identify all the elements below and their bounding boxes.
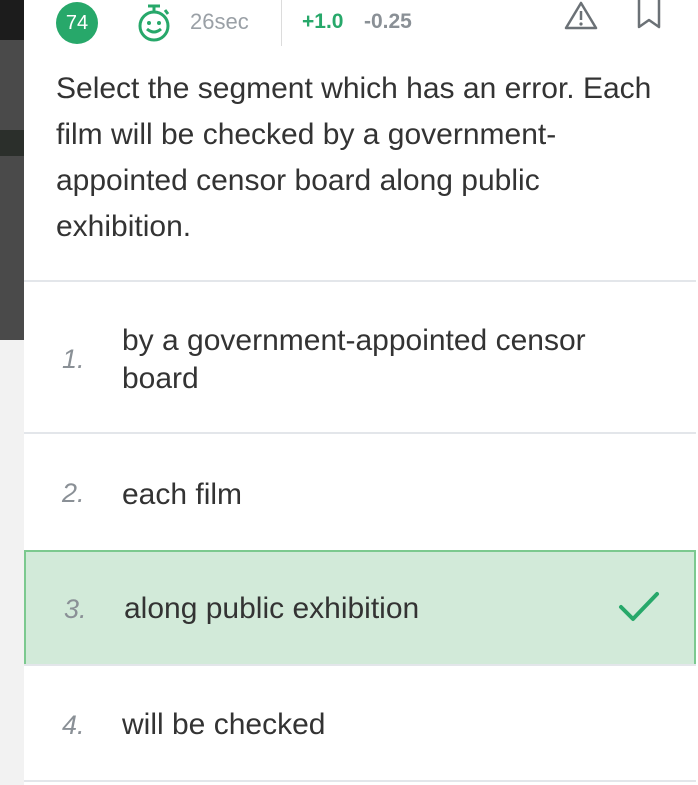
option-number: 3. [64, 594, 87, 624]
question-number-badge: 74 [56, 2, 98, 44]
background-panel [0, 0, 24, 785]
background-strip [0, 130, 24, 156]
background-strip [0, 340, 24, 785]
option-2[interactable]: 2. each film [24, 432, 696, 552]
option-number: 2. [62, 478, 85, 508]
positive-marks: +1.0 [302, 10, 344, 33]
header-divider [281, 0, 282, 46]
option-text: each film [122, 478, 243, 511]
option-text: will be checked [122, 708, 326, 741]
question-header: 74 26sec +1.0 -0.25 [24, 0, 698, 46]
warning-icon[interactable] [564, 0, 598, 30]
option-3[interactable]: 3. along public exhibition [24, 550, 696, 666]
question-card: 74 26sec +1.0 -0.25 Select the segment w… [24, 0, 698, 785]
option-text: by a government-appointed censor board [122, 324, 586, 395]
background-strip [0, 0, 24, 40]
question-text: Select the segment which has an error. E… [56, 72, 652, 243]
smiley-timer-icon [138, 4, 170, 42]
option-1[interactable]: 1. by a government-appointed censor boar… [24, 280, 696, 434]
check-icon [619, 592, 659, 621]
negative-marks: -0.25 [364, 10, 412, 33]
option-number: 1. [62, 344, 85, 374]
option-text: along public exhibition [124, 592, 420, 625]
bookmark-icon[interactable] [636, 0, 662, 30]
option-number: 4. [62, 710, 85, 740]
option-4[interactable]: 4. will be checked [24, 664, 696, 782]
time-spent: 26sec [190, 9, 249, 34]
